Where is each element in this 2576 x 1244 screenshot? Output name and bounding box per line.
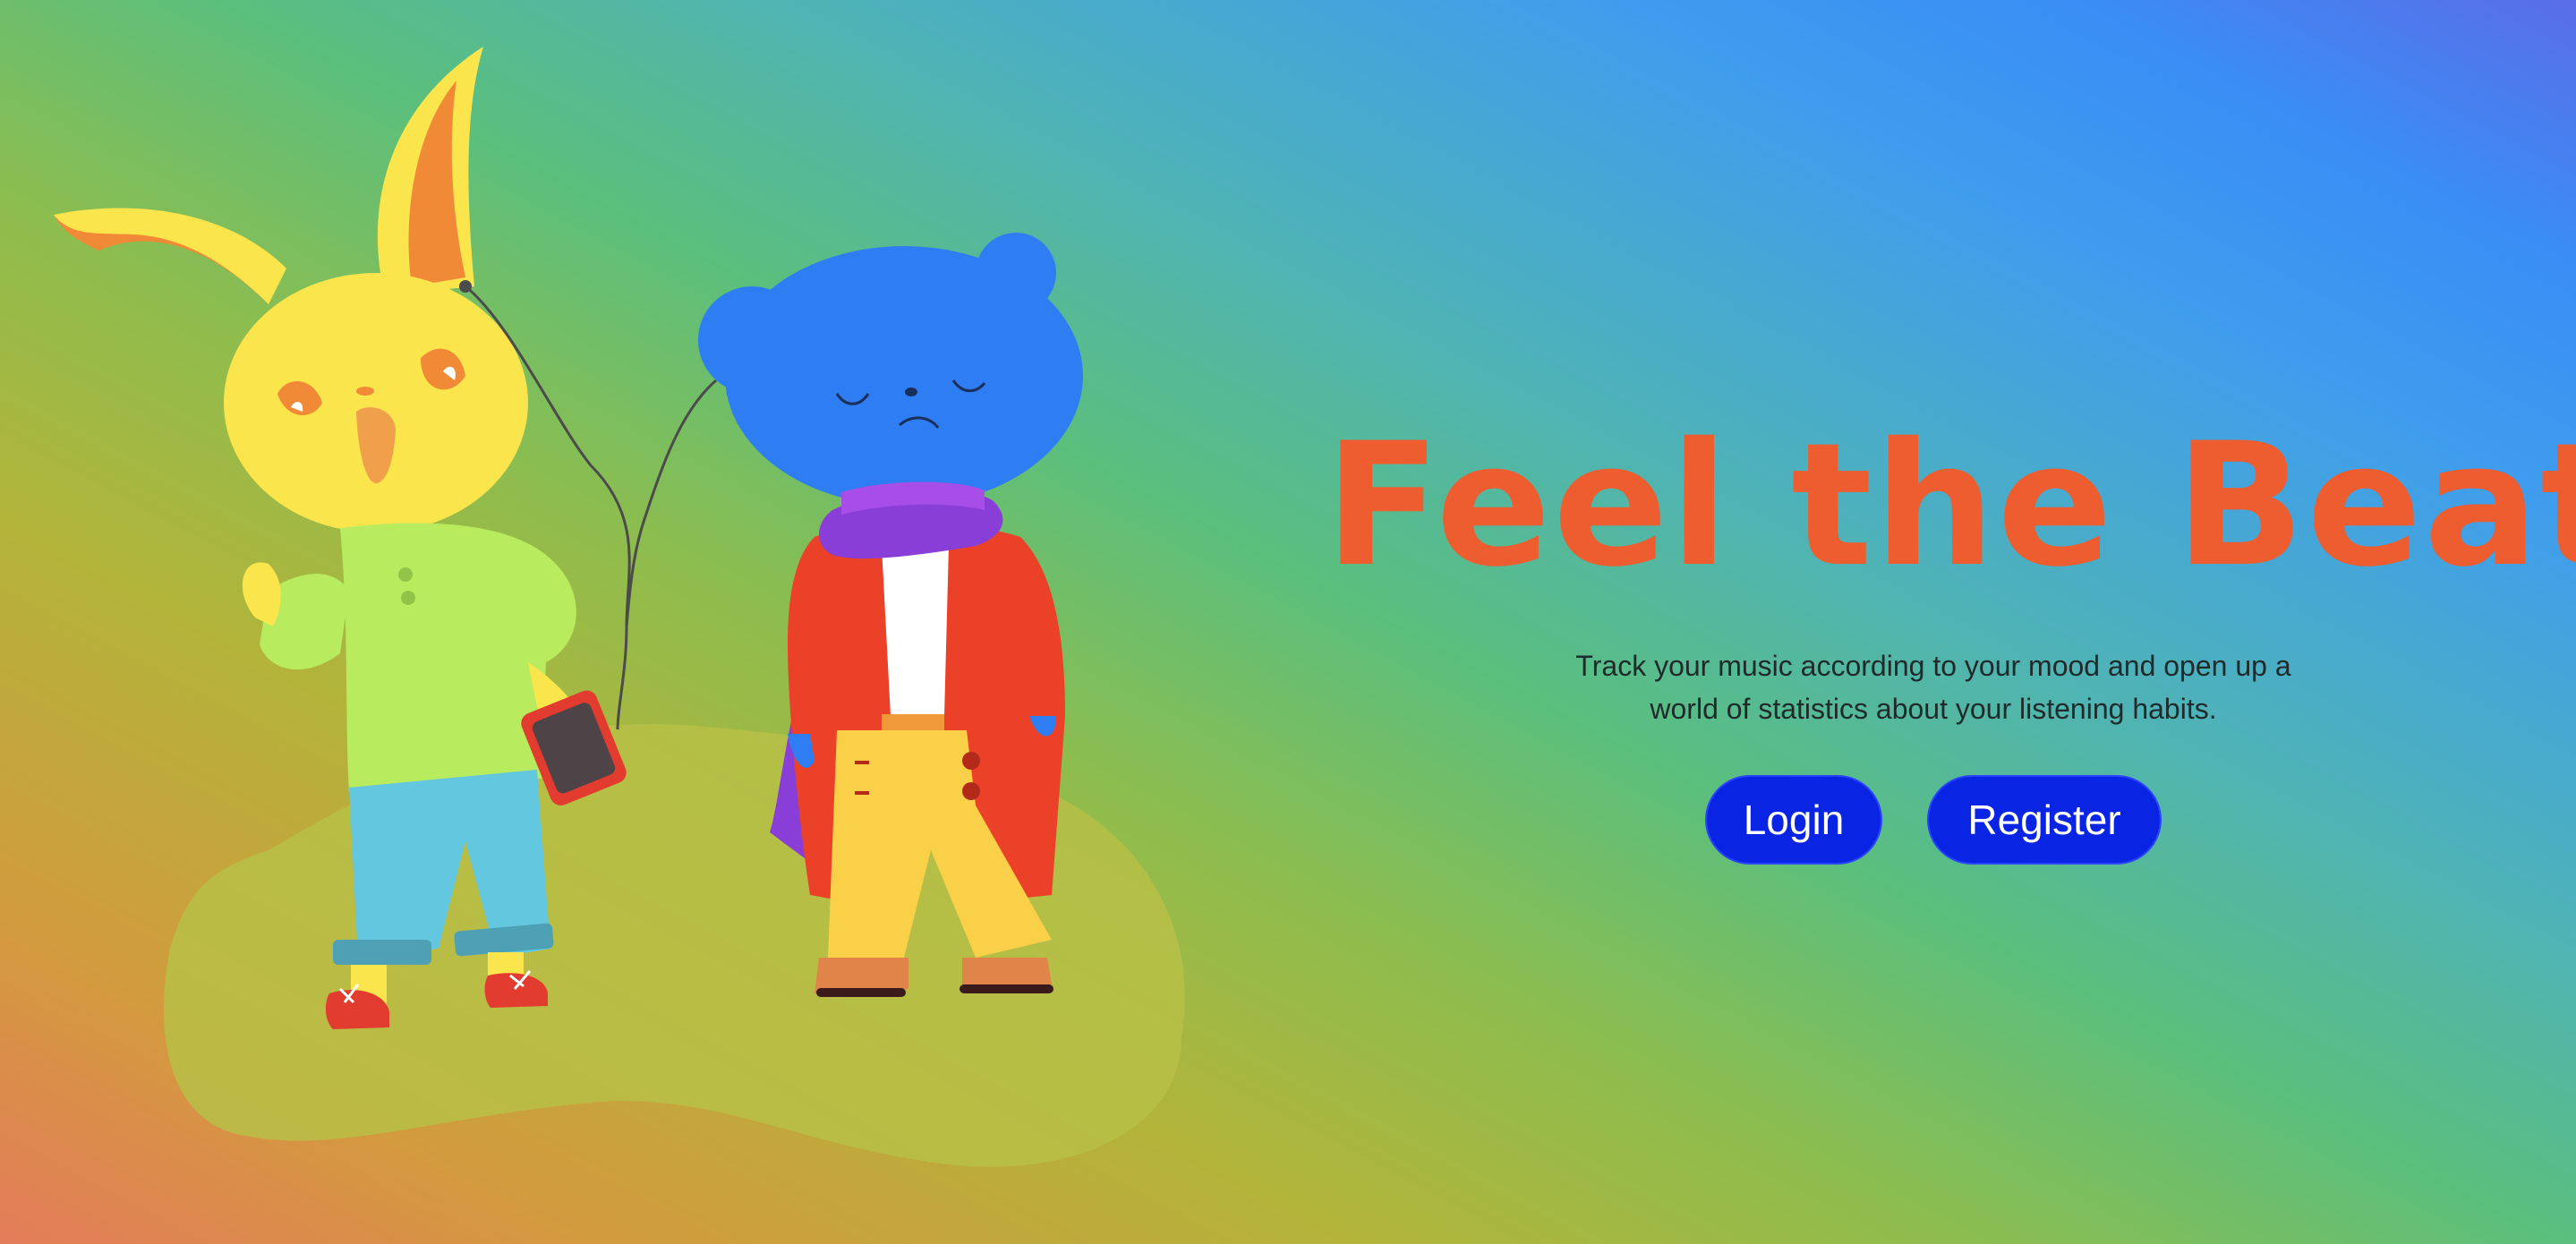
hero-title: Feel the Beat! [1325, 406, 2576, 604]
auth-buttons: Login Register [1325, 775, 2542, 865]
hero-tagline: Track your music according to your mood … [1575, 650, 2291, 725]
hero-section: Feel the Beat! Track your music accordin… [1325, 403, 2576, 865]
login-button[interactable]: Login [1705, 775, 1882, 865]
register-button[interactable]: Register [1927, 775, 2162, 865]
hero-illustration [54, 47, 1185, 1167]
